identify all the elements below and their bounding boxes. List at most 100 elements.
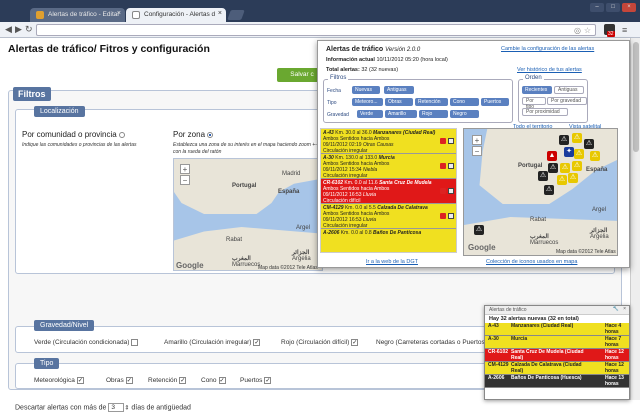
- notification-row[interactable]: CM-4129 Calzada De Calatrava (Ciudad Real…: [485, 362, 629, 375]
- tipo-retencion[interactable]: Retención ✓: [148, 377, 188, 384]
- orden-gravedad-pill[interactable]: Por gravedad: [547, 97, 587, 105]
- traffic-alert-icon[interactable]: ⚠: [538, 171, 548, 181]
- orden-tipo-pill[interactable]: Por tipo: [522, 97, 546, 110]
- tab-alertas[interactable]: Alertas de tráfico - Editar ×: [30, 8, 125, 22]
- history-link[interactable]: Ver histórico de tus alertas: [517, 67, 582, 73]
- tipo-retencion-checkbox[interactable]: ✓: [179, 377, 187, 384]
- close-tab-icon[interactable]: ×: [117, 10, 121, 17]
- zoom-in-button[interactable]: +: [180, 164, 190, 174]
- wrench-icon[interactable]: 🔧: [613, 306, 619, 312]
- tipo-cono-pill[interactable]: Cono: [450, 98, 479, 106]
- traffic-alert-icon[interactable]: ⚠: [559, 135, 569, 145]
- close-tab-icon[interactable]: ×: [218, 10, 222, 17]
- traffic-alert-icon[interactable]: ⚠: [572, 133, 582, 143]
- tipo-meteoro-pill[interactable]: Meteoro...: [352, 98, 383, 106]
- alert-km: Km. 0.0 al 0.8: [340, 230, 372, 236]
- notification-place: Manzanares (Ciudad Real): [511, 323, 574, 329]
- alert-map-icon[interactable]: [448, 188, 454, 194]
- fecha-antiguas-pill[interactable]: Antiguas: [384, 86, 414, 94]
- page-action-icon[interactable]: ◎: [574, 26, 581, 35]
- tipo-obras[interactable]: Obras ✓: [106, 377, 135, 384]
- by-zone-radio[interactable]: [207, 131, 214, 138]
- tipo-obras-checkbox[interactable]: ✓: [125, 377, 133, 384]
- gravedad-rojo-pill[interactable]: Rojo: [419, 110, 448, 118]
- config-link[interactable]: Cambie la configuración de las alertas: [501, 46, 594, 52]
- notification-row[interactable]: A-2606 Baños De Panticosa (Huesca) Hace 13…: [485, 375, 629, 388]
- maximize-icon[interactable]: □: [606, 3, 620, 12]
- gravedad-rojo-checkbox[interactable]: ✓: [351, 339, 359, 346]
- gravedad-rojo-label: Rojo (Circulación difícil): [281, 339, 350, 347]
- gravedad-amarillo[interactable]: Amarillo (Circulación irregular) ✓: [164, 339, 262, 346]
- gravedad-amarillo-pill[interactable]: Amarillo: [385, 110, 417, 118]
- tipo-obras-pill[interactable]: Obras: [385, 98, 413, 106]
- gravedad-verde-checkbox[interactable]: [131, 339, 139, 346]
- alert-item[interactable]: A-43 Km. 30.0 al 36.0 Manzanares (Ciudad…: [321, 129, 456, 154]
- traffic-alert-icon[interactable]: ⚠: [572, 161, 582, 171]
- back-icon[interactable]: ◀: [5, 25, 12, 34]
- traffic-alert-icon[interactable]: ✦: [564, 147, 574, 157]
- zoom-out-button[interactable]: −: [180, 175, 190, 185]
- reload-icon[interactable]: ↻: [25, 25, 33, 34]
- alert-map-icon[interactable]: [448, 163, 454, 169]
- popup-zoom-in-button[interactable]: +: [472, 135, 482, 145]
- alert-map-icon[interactable]: [448, 138, 454, 144]
- gravedad-amarillo-checkbox[interactable]: ✓: [253, 339, 261, 346]
- traffic-alert-icon[interactable]: ⚠: [557, 175, 567, 185]
- by-community-option[interactable]: Por comunidad o provincia: [22, 130, 125, 139]
- orden-antiguas-pill[interactable]: Antiguas: [554, 86, 584, 94]
- close-icon[interactable]: ×: [623, 306, 626, 312]
- tipo-cono[interactable]: Cono ✓: [201, 377, 228, 384]
- traffic-alert-icon[interactable]: ⚠: [584, 139, 594, 149]
- icons-link[interactable]: Colección de iconos usados en mapa: [486, 259, 577, 265]
- alert-item[interactable]: A-2606 Km. 0.0 al 0.8 Baños De Panticosa: [321, 229, 456, 252]
- traffic-alert-icon[interactable]: ⚠: [548, 163, 558, 173]
- page-scrollbar[interactable]: [630, 38, 640, 400]
- traffic-alert-icon[interactable]: ⚠: [560, 163, 570, 173]
- traffic-alert-icon[interactable]: ⚠: [544, 185, 554, 195]
- gravedad-rojo[interactable]: Rojo (Circulación difícil) ✓: [281, 339, 360, 346]
- notification-row[interactable]: A-43 Manzanares (Ciudad Real) Hace 4 horas: [485, 323, 629, 336]
- alert-list[interactable]: A-43 Km. 30.0 al 36.0 Manzanares (Ciudad…: [320, 128, 457, 253]
- forward-icon[interactable]: ▶: [15, 25, 22, 34]
- tipo-meteorologica-checkbox[interactable]: ✓: [76, 377, 84, 384]
- new-tab-button[interactable]: [227, 10, 245, 20]
- tipo-cono-checkbox[interactable]: ✓: [218, 377, 226, 384]
- menu-icon[interactable]: ≡: [622, 25, 627, 35]
- notification-row[interactable]: A-30 Murcia Hace 7 horas: [485, 336, 629, 349]
- bookmark-star-icon[interactable]: ☆: [584, 26, 591, 35]
- traffic-alert-icon[interactable]: ⚠: [568, 173, 578, 183]
- traffic-alert-icon[interactable]: ⚠: [574, 149, 584, 159]
- gravedad-verde-pill[interactable]: Verde: [357, 110, 383, 118]
- zone-map[interactable]: + − Portugal España Madrid Rabat Argel ا…: [173, 158, 323, 271]
- address-bar[interactable]: ◎ ☆: [36, 24, 596, 36]
- fecha-nuevas-pill[interactable]: Nuevas: [352, 86, 380, 94]
- popup-zoom-out-button[interactable]: −: [472, 146, 482, 156]
- orden-proximidad-pill[interactable]: Por proximidad: [522, 108, 568, 116]
- tipo-puertos-checkbox[interactable]: ✓: [264, 377, 272, 384]
- dgt-link[interactable]: Ir a la web de la DGT: [366, 259, 418, 265]
- stepper-icon[interactable]: ⇕: [124, 405, 129, 411]
- traffic-alert-icon[interactable]: ⚠: [590, 151, 600, 161]
- alert-map-icon[interactable]: [448, 213, 454, 219]
- by-community-radio[interactable]: [118, 131, 125, 138]
- tipo-puertos-pill[interactable]: Puertos: [481, 98, 509, 106]
- orden-recientes-pill[interactable]: Recientes: [522, 86, 552, 94]
- descartar-days-input[interactable]: 3: [108, 403, 125, 412]
- gravedad-verde[interactable]: Verde (Circulación condicionada): [34, 339, 140, 346]
- scrollbar-thumb[interactable]: [633, 42, 639, 152]
- gravedad-negro-pill[interactable]: Negro: [450, 110, 479, 118]
- minimize-icon[interactable]: –: [590, 3, 604, 12]
- traffic-alert-icon[interactable]: ⚠: [474, 225, 484, 235]
- notification-row[interactable]: CR-6102 Santa Cruz De Mudela (Ciudad Real…: [485, 349, 629, 362]
- popup-map[interactable]: + − ⚠ ⚠ ⚠ ✦ ⚠ ⚠ ▲ ⚠ ⚠ ⚠ ⚠ ⚠ ⚠ ⚠ ⚠ Portug…: [463, 128, 618, 256]
- traffic-alert-icon[interactable]: ▲: [547, 151, 557, 161]
- alert-item[interactable]: CM-4129 Km. 0.0 al 5.5 Calzada De Calatr…: [321, 204, 456, 229]
- tab-configuracion[interactable]: Configuración - Alertas d ×: [126, 8, 226, 22]
- tipo-puertos[interactable]: Puertos ✓: [240, 377, 273, 384]
- close-window-icon[interactable]: ×: [622, 3, 636, 12]
- alert-item[interactable]: A-30 Km. 130.0 al 133.0 Murcia Ambos Sent…: [321, 154, 456, 179]
- alert-item[interactable]: CR-6102 Km. 0.0 al 11.6 Santa Cruz De Mu…: [321, 179, 456, 204]
- by-zone-option[interactable]: Por zona: [173, 130, 214, 139]
- tipo-meteorologica[interactable]: Meteorológica ✓: [34, 377, 86, 384]
- tipo-retencion-pill[interactable]: Retención: [415, 98, 448, 106]
